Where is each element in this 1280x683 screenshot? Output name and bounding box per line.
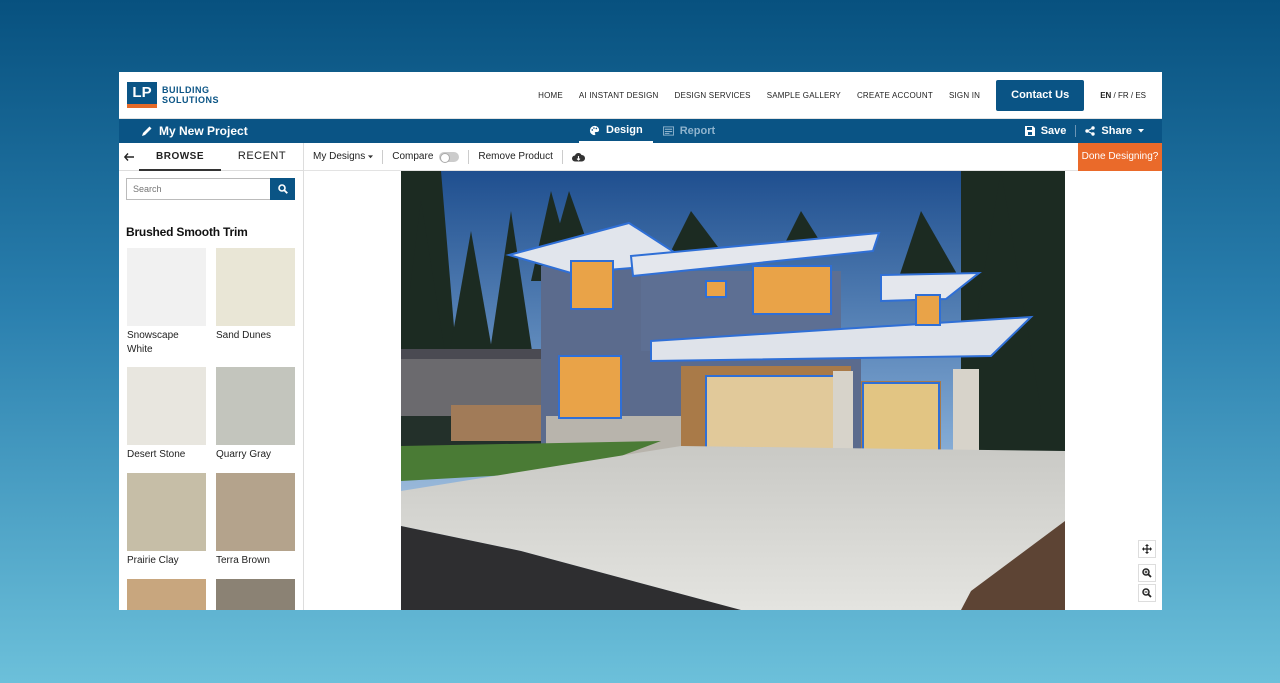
tab-report-label: Report [679,125,716,137]
lang-active[interactable]: EN [1100,91,1111,100]
product-sidebar: BROWSE RECENT Brushed Smooth Trim Snowsc… [119,143,304,610]
zoom-controls [1138,540,1156,558]
search-icon [277,184,288,194]
sidebar-tabs: BROWSE RECENT [119,143,303,171]
design-canvas [304,171,1162,610]
caret-down-icon [1138,129,1144,133]
move-icon [1142,544,1152,554]
zoom-out-button[interactable] [1138,584,1156,602]
nav-ai-instant-design[interactable]: AI INSTANT DESIGN [579,91,659,100]
swatch-chip [216,367,295,445]
swatch-label: Terra Brown [216,555,270,566]
my-designs-label: My Designs [313,151,366,162]
view-tabs: Design Report [579,119,725,143]
swatch-prairie-clay[interactable]: Prairie Clay [127,473,206,579]
project-actions: Save Share [1024,119,1144,143]
search-bar [126,178,295,200]
back-arrow-icon [124,152,134,161]
compare-switch[interactable] [439,151,460,163]
swatch-chip [127,579,206,610]
nav-design-services[interactable]: DESIGN SERVICES [674,91,750,100]
house-photo[interactable] [401,171,1065,610]
app-window: LP BUILDING SOLUTIONS HOME AI INSTANT DE… [119,72,1162,610]
swatch-desert-stone[interactable]: Desert Stone [127,367,206,473]
tab-browse[interactable]: BROWSE [139,143,221,171]
share-icon [1085,126,1096,136]
swatch-chip [127,473,206,551]
logo-mark: LP [127,82,157,108]
tab-recent[interactable]: RECENT [221,143,303,171]
divider [1075,125,1077,137]
swatch-taupe[interactable] [216,579,295,610]
cloud-download-icon [571,152,585,161]
swatch-quarry-gray[interactable]: Quarry Gray [216,367,295,473]
language-switcher[interactable]: EN / FR / ES [1100,91,1146,100]
swatch-chip [216,248,295,326]
swatch-label: Quarry Gray [216,449,272,460]
swatch-tan[interactable] [127,579,206,610]
design-toolbar: My Designs Compare Remove Product Done D… [304,142,1162,171]
my-designs-dropdown[interactable]: My Designs [304,150,382,164]
nav-sign-in[interactable]: SIGN IN [949,91,980,100]
swatch-sand-dunes[interactable]: Sand Dunes [216,248,295,367]
logo-text: BUILDING SOLUTIONS [162,85,219,105]
swatch-chip [127,367,206,445]
save-label: Save [1040,125,1067,137]
zoom-out-icon [1142,588,1152,598]
done-designing-button[interactable]: Done Designing? [1078,142,1162,171]
top-nav: LP BUILDING SOLUTIONS HOME AI INSTANT DE… [119,72,1162,119]
swatch-terra-brown[interactable]: Terra Brown [216,473,295,579]
nav-home[interactable]: HOME [538,91,563,100]
search-input[interactable] [126,178,270,200]
pan-button[interactable] [1138,540,1156,558]
swatch-chip [216,579,295,610]
swatch-grid: Snowscape White Sand Dunes Desert Stone … [127,248,303,610]
house-illustration [401,171,1065,610]
back-button[interactable] [119,152,139,161]
zoom-in-icon [1142,568,1152,578]
swatch-label: Prairie Clay [127,555,179,566]
nav-create-account[interactable]: CREATE ACCOUNT [857,91,933,100]
swatch-chip [216,473,295,551]
swatch-label: Sand Dunes [216,330,272,341]
logo[interactable]: LP BUILDING SOLUTIONS [127,82,219,108]
section-title: Brushed Smooth Trim [126,225,248,239]
share-label: Share [1101,125,1132,137]
project-bar: My New Project Design Report Save Share [119,119,1162,143]
palette-icon [589,125,600,135]
swatch-label: Snowscape White [127,330,179,355]
logo-line-1: BUILDING [162,85,210,95]
swatch-snowscape-white[interactable]: Snowscape White [127,248,206,367]
swatch-label: Desert Stone [127,449,186,460]
save-icon [1024,126,1035,136]
download-button[interactable] [561,149,594,164]
nav-links: HOME AI INSTANT DESIGN DESIGN SERVICES S… [530,79,1154,111]
compare-label: Compare [392,151,434,162]
project-title-text: My New Project [159,124,248,138]
project-title[interactable]: My New Project [119,124,248,138]
report-icon [662,126,674,136]
zoom-buttons [1138,564,1156,602]
tab-design[interactable]: Design [579,119,653,143]
lang-others[interactable]: / FR / ES [1111,91,1146,100]
caret-down-icon [368,154,374,158]
logo-line-2: SOLUTIONS [162,95,220,105]
swatch-chip [127,248,206,326]
share-button[interactable]: Share [1085,125,1144,137]
tab-report[interactable]: Report [653,119,725,143]
tab-design-label: Design [606,124,643,136]
save-button[interactable]: Save [1024,125,1067,137]
nav-sample-gallery[interactable]: SAMPLE GALLERY [767,91,841,100]
remove-product-button[interactable]: Remove Product [468,149,561,164]
contact-us-button[interactable]: Contact Us [996,79,1085,111]
compare-toggle[interactable]: Compare [382,149,468,164]
pencil-icon [142,126,152,136]
remove-product-label: Remove Product [478,151,553,162]
zoom-in-button[interactable] [1138,564,1156,582]
search-button[interactable] [270,178,295,200]
